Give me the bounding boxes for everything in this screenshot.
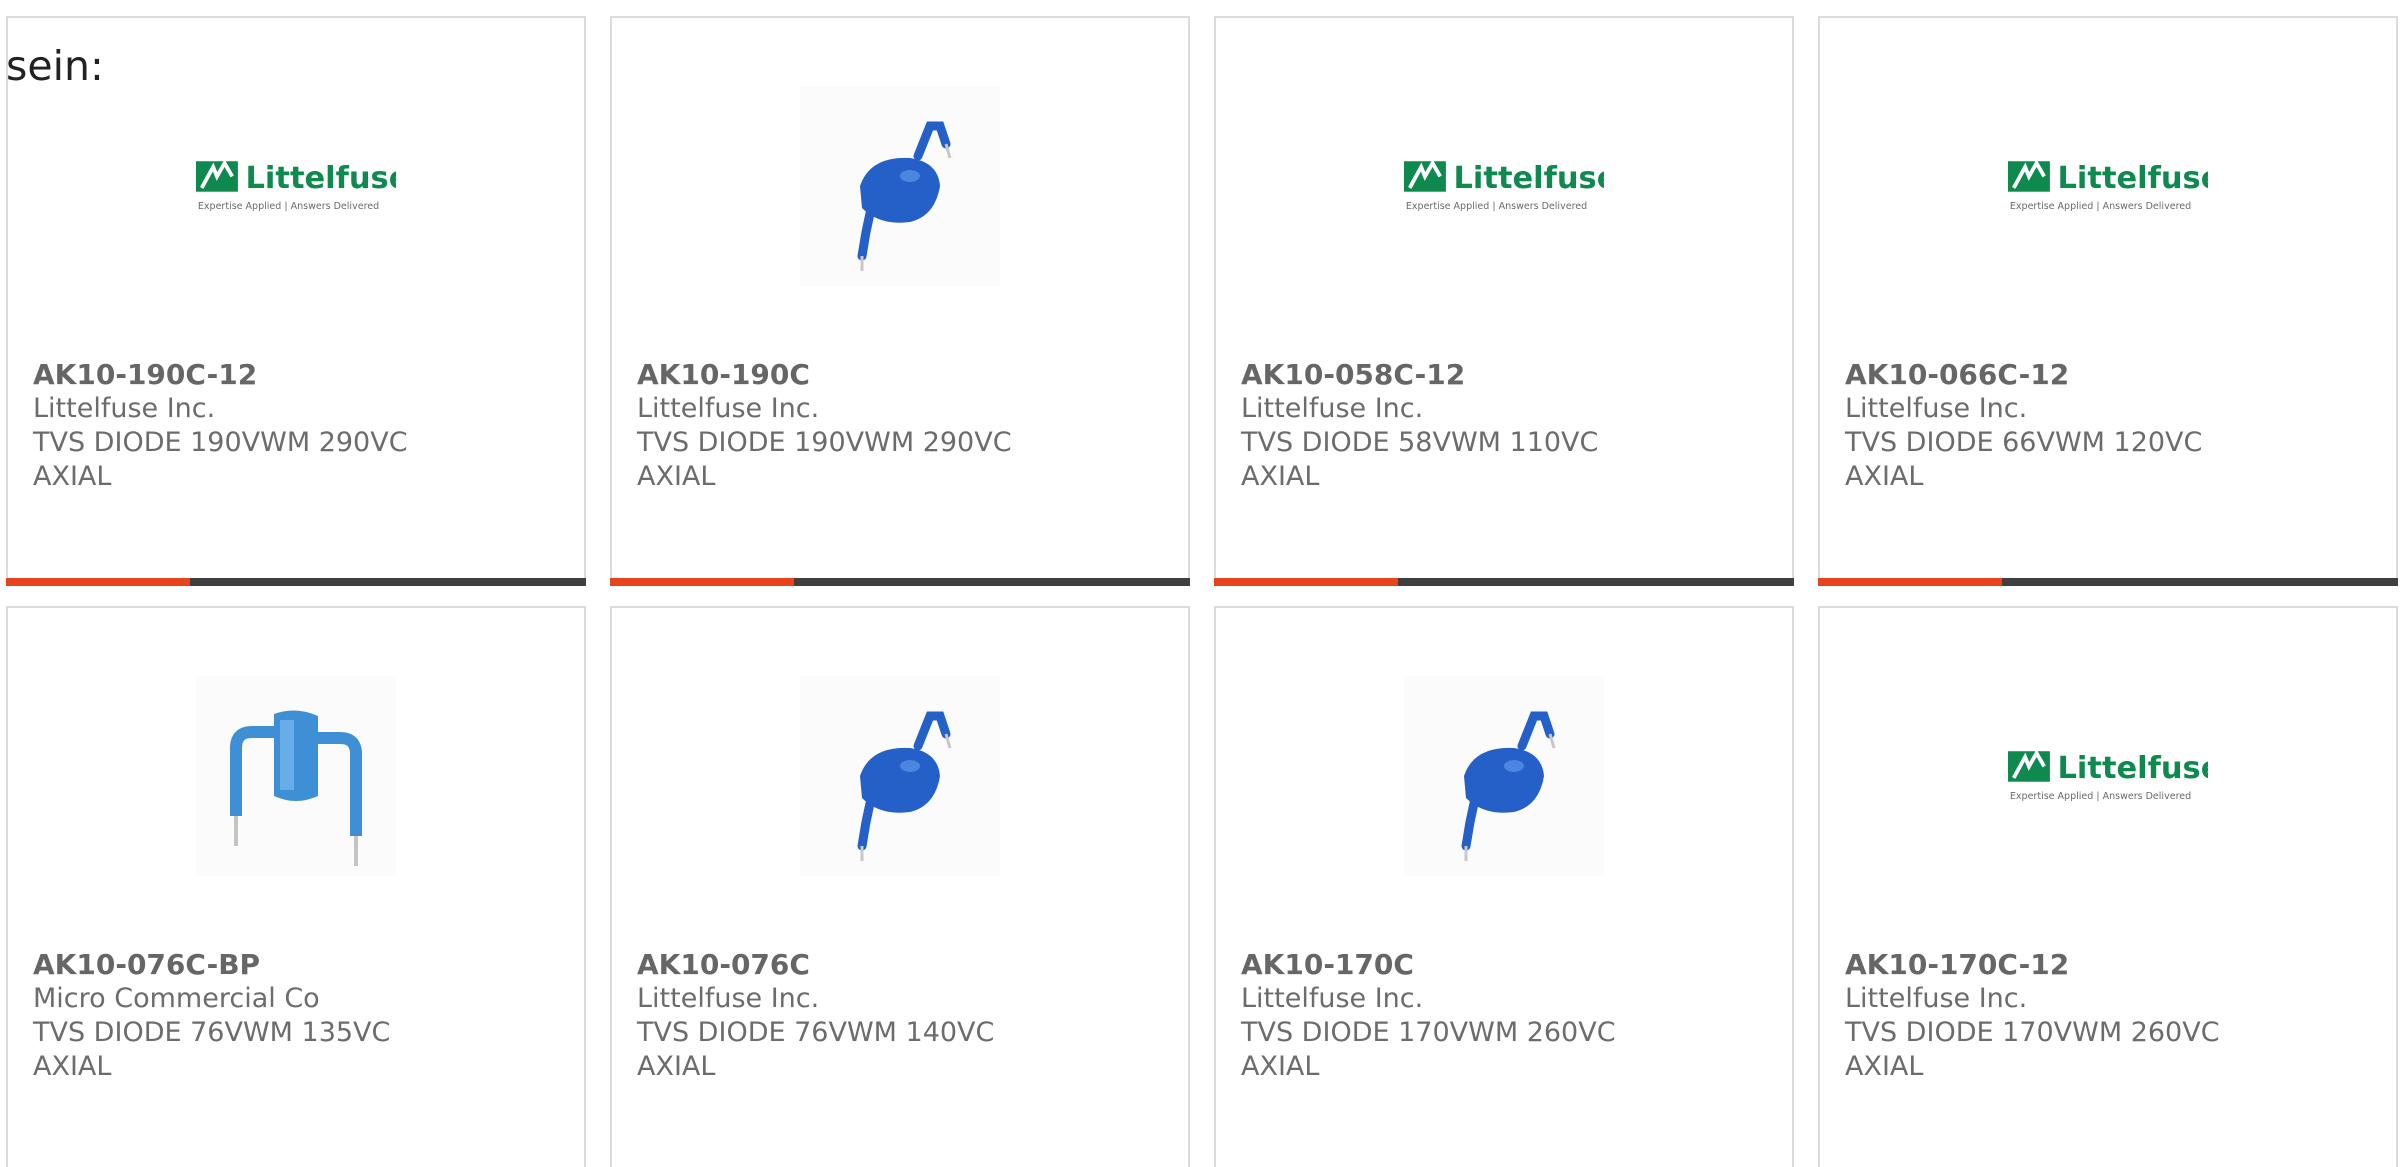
logo-tagline-text: Expertise Applied | Answers Delivered <box>2010 201 2191 212</box>
product-info: AK10-190C-12 Littelfuse Inc. TVS DIODE 1… <box>33 358 453 494</box>
product-card[interactable]: Littelfuse Expertise Applied | Answers D… <box>6 16 586 586</box>
blue-axial-diode-image <box>1404 676 1604 876</box>
product-card[interactable]: AK10-076C-BP Micro Commercial Co TVS DIO… <box>6 606 586 1167</box>
card-bar-accent <box>1818 578 2002 586</box>
part-number[interactable]: AK10-170C <box>1241 948 1661 982</box>
littelfuse-logo-image: Littelfuse Expertise Applied | Answers D… <box>2008 676 2208 876</box>
card-bar-accent <box>6 578 190 586</box>
description: TVS DIODE 76VWM 135VC AXIAL <box>33 1017 391 1082</box>
manufacturer: Littelfuse Inc. <box>637 393 820 424</box>
product-info: AK10-066C-12 Littelfuse Inc. TVS DIODE 6… <box>1845 358 2265 494</box>
description: TVS DIODE 76VWM 140VC AXIAL <box>637 1017 995 1082</box>
blue-bent-diode-image <box>196 676 396 876</box>
part-number[interactable]: AK10-076C-BP <box>33 948 453 982</box>
product-grid-page: sein: Littelfuse Expertise Applied | Ans… <box>0 0 2400 1167</box>
part-number[interactable]: AK10-190C <box>637 358 1057 392</box>
product-info: AK10-190C Littelfuse Inc. TVS DIODE 190V… <box>637 358 1057 494</box>
description: TVS DIODE 190VWM 290VC AXIAL <box>637 427 1012 492</box>
product-info: AK10-076C Littelfuse Inc. TVS DIODE 76VW… <box>637 948 1057 1084</box>
description: TVS DIODE 58VWM 110VC AXIAL <box>1241 427 1599 492</box>
card-bottom-bar <box>1818 578 2398 586</box>
manufacturer: Micro Commercial Co <box>33 983 320 1014</box>
description: TVS DIODE 66VWM 120VC AXIAL <box>1845 427 2203 492</box>
card-bar-accent <box>1214 578 1398 586</box>
product-info: AK10-058C-12 Littelfuse Inc. TVS DIODE 5… <box>1241 358 1661 494</box>
product-info: AK10-170C Littelfuse Inc. TVS DIODE 170V… <box>1241 948 1661 1084</box>
description: TVS DIODE 170VWM 260VC AXIAL <box>1241 1017 1616 1082</box>
card-bottom-bar <box>610 578 1190 586</box>
logo-tagline-text: Expertise Applied | Answers Delivered <box>1406 201 1587 212</box>
logo-brand-text: Littelfuse <box>246 161 396 196</box>
card-bottom-bar <box>6 578 586 586</box>
manufacturer: Littelfuse Inc. <box>1241 983 1424 1014</box>
product-card[interactable]: AK10-170C Littelfuse Inc. TVS DIODE 170V… <box>1214 606 1794 1167</box>
logo-tagline-text: Expertise Applied | Answers Delivered <box>198 201 379 212</box>
description: TVS DIODE 190VWM 290VC AXIAL <box>33 427 408 492</box>
product-card[interactable]: AK10-076C Littelfuse Inc. TVS DIODE 76VW… <box>610 606 1190 1167</box>
product-card[interactable]: Littelfuse Expertise Applied | Answers D… <box>1818 606 2398 1167</box>
manufacturer: Littelfuse Inc. <box>1241 393 1424 424</box>
product-info: AK10-076C-BP Micro Commercial Co TVS DIO… <box>33 948 453 1084</box>
card-bar-accent <box>610 578 794 586</box>
blue-axial-diode-image <box>800 86 1000 286</box>
description: TVS DIODE 170VWM 260VC AXIAL <box>1845 1017 2220 1082</box>
littelfuse-logo-image: Littelfuse Expertise Applied | Answers D… <box>2008 86 2208 286</box>
part-number[interactable]: AK10-190C-12 <box>33 358 453 392</box>
blue-axial-diode-image <box>800 676 1000 876</box>
part-number[interactable]: AK10-058C-12 <box>1241 358 1661 392</box>
logo-brand-text: Littelfuse <box>1454 161 1604 196</box>
manufacturer: Littelfuse Inc. <box>637 983 820 1014</box>
product-card[interactable]: Littelfuse Expertise Applied | Answers D… <box>1214 16 1794 586</box>
logo-brand-text: Littelfuse <box>2058 751 2208 786</box>
product-card[interactable]: Littelfuse Expertise Applied | Answers D… <box>1818 16 2398 586</box>
manufacturer: Littelfuse Inc. <box>1845 393 2028 424</box>
product-card[interactable]: AK10-190C Littelfuse Inc. TVS DIODE 190V… <box>610 16 1190 586</box>
manufacturer: Littelfuse Inc. <box>1845 983 2028 1014</box>
card-bottom-bar <box>1214 578 1794 586</box>
part-number[interactable]: AK10-170C-12 <box>1845 948 2265 982</box>
littelfuse-logo-image: Littelfuse Expertise Applied | Answers D… <box>1404 86 1604 286</box>
intro-text: sein: <box>6 42 104 90</box>
littelfuse-logo-image: Littelfuse Expertise Applied | Answers D… <box>196 86 396 286</box>
logo-tagline-text: Expertise Applied | Answers Delivered <box>2010 791 2191 802</box>
logo-brand-text: Littelfuse <box>2058 161 2208 196</box>
part-number[interactable]: AK10-076C <box>637 948 1057 982</box>
part-number[interactable]: AK10-066C-12 <box>1845 358 2265 392</box>
manufacturer: Littelfuse Inc. <box>33 393 216 424</box>
product-info: AK10-170C-12 Littelfuse Inc. TVS DIODE 1… <box>1845 948 2265 1084</box>
